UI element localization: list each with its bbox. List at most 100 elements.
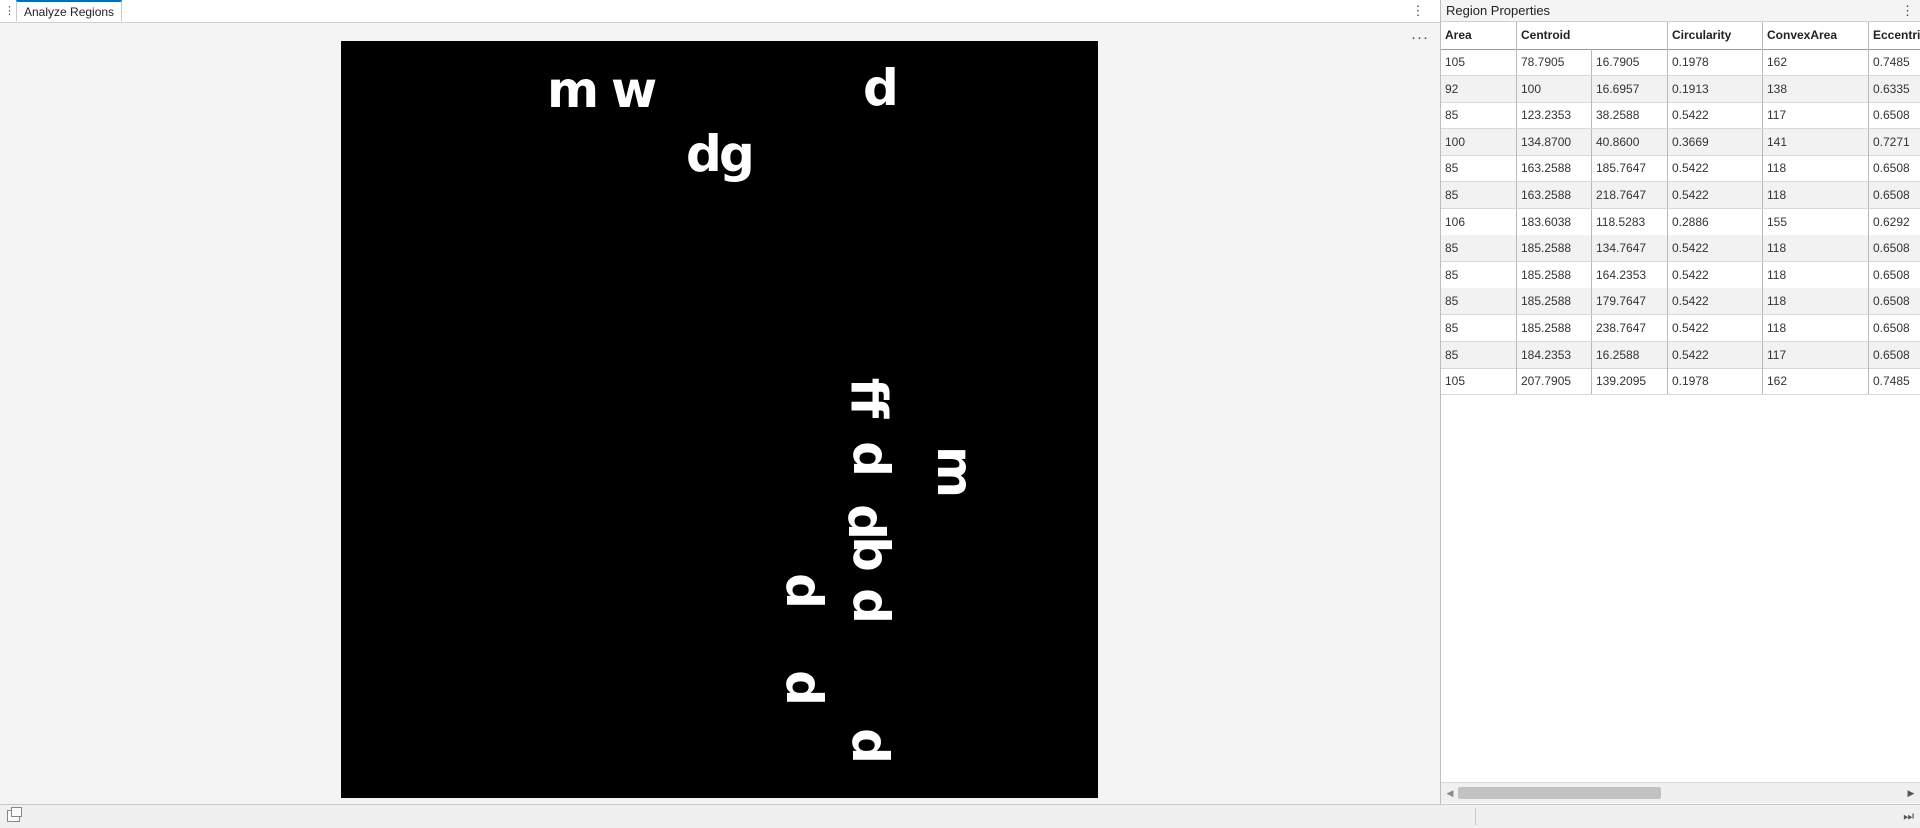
column-header-convexarea[interactable]: ConvexArea <box>1763 22 1869 49</box>
tab-analyze-regions[interactable]: Analyze Regions <box>16 0 123 21</box>
table-row[interactable]: 85 185.2588 134.7647 0.5422 118 0.6508 <box>1441 235 1920 263</box>
table-cell: 218.7647 <box>1592 182 1668 208</box>
table-row[interactable]: 85 185.2588 238.7647 0.5422 118 0.6508 <box>1441 315 1920 342</box>
horizontal-scrollbar[interactable]: ◀ ▶ <box>1441 782 1920 803</box>
table-cell: 85 <box>1441 102 1517 129</box>
table-cell: 85 <box>1441 182 1517 208</box>
table-cell: 118 <box>1763 288 1869 315</box>
table-cell: 162 <box>1763 368 1869 395</box>
table-cell: 16.2588 <box>1592 341 1668 368</box>
table-cell: 0.7271 <box>1873 134 1910 149</box>
table-cell: 16.7905 <box>1592 49 1668 75</box>
tab-grip-icon[interactable]: ⋮ <box>4 3 15 19</box>
table-header-row: Area Centroid Circularity ConvexArea Ecc… <box>1441 22 1920 50</box>
image-glyph: g <box>719 125 755 183</box>
table-cell: 0.6508 <box>1873 294 1910 309</box>
table-cell: 0.5422 <box>1668 261 1763 288</box>
table-row[interactable]: 85 123.2353 38.2588 0.5422 117 0.6508 <box>1441 102 1920 130</box>
table-cell: 123.2353 <box>1517 102 1592 129</box>
table-cell: 0.5422 <box>1668 155 1763 182</box>
image-glyph: m <box>926 445 985 499</box>
table-cell: 0.6508 <box>1873 188 1910 202</box>
table-cell: 163.2588 <box>1517 155 1592 182</box>
document-tab-bar: ⋮ Analyze Regions ⋮ <box>0 0 1440 23</box>
table-row[interactable]: 85 185.2588 164.2353 0.5422 118 0.6508 <box>1441 261 1920 289</box>
image-view-panel: ⋮ Analyze Regions ⋮ ··· m w d d g d ff d… <box>0 0 1440 804</box>
table-row[interactable]: 106 183.6038 118.5283 0.2886 155 0.6292 <box>1441 208 1920 236</box>
tab-label: Analyze Regions <box>24 5 115 19</box>
table-cell: 183.6038 <box>1517 208 1592 235</box>
column-header-centroid[interactable]: Centroid <box>1517 22 1668 49</box>
table-row[interactable]: 85 163.2588 218.7647 0.5422 118 0.6508 <box>1441 182 1920 209</box>
table-row[interactable]: 85 185.2588 179.7647 0.5422 118 0.6508 <box>1441 288 1920 316</box>
collapse-panel-icon[interactable]: ⏭ <box>1903 808 1914 825</box>
table-cell: 38.2588 <box>1592 102 1668 129</box>
table-cell: 163.2588 <box>1517 182 1592 208</box>
image-glyph: d <box>686 125 722 183</box>
table-cell: 0.7485 <box>1873 55 1910 69</box>
image-glyph: d <box>840 728 899 764</box>
table-cell: 0.5422 <box>1668 182 1763 208</box>
table-row[interactable]: 92 100 16.6957 0.1913 138 0.6335 <box>1441 75 1920 103</box>
image-glyph: d <box>774 670 833 706</box>
table-cell: 40.8600 <box>1592 128 1668 155</box>
table-cell: 92 <box>1441 75 1517 102</box>
tab-menu-icon[interactable]: ⋮ <box>1410 2 1426 20</box>
column-header-circularity[interactable]: Circularity <box>1668 22 1763 49</box>
table-cell: 0.6508 <box>1873 267 1910 282</box>
table-cell: 106 <box>1441 208 1517 235</box>
panel-menu-icon[interactable]: ⋮ <box>1901 2 1914 19</box>
table-cell: 78.7905 <box>1517 49 1592 75</box>
table-cell: 179.7647 <box>1592 288 1668 315</box>
table-row[interactable]: 85 163.2588 185.7647 0.5422 118 0.6508 <box>1441 155 1920 183</box>
table-cell: 134.7647 <box>1592 235 1668 262</box>
table-cell: 0.5422 <box>1668 315 1763 341</box>
panel-title: Region Properties <box>1446 3 1551 18</box>
panel-header: Region Properties ⋮ <box>1441 0 1920 22</box>
table-row[interactable]: 85 184.2353 16.2588 0.5422 117 0.6508 <box>1441 341 1920 369</box>
table-cell: 117 <box>1763 102 1869 129</box>
table-row[interactable]: 105 207.7905 139.2095 0.1978 162 0.7485 <box>1441 368 1920 396</box>
table-cell: 138 <box>1763 75 1869 102</box>
status-bar: ⏭ <box>0 804 1920 828</box>
table-cell: 185.2588 <box>1517 288 1592 315</box>
table-cell: 118 <box>1763 261 1869 288</box>
table-row[interactable]: 105 78.7905 16.7905 0.1978 162 0.7485 <box>1441 49 1920 76</box>
table-cell: 164.2353 <box>1592 261 1668 288</box>
scrollbar-thumb[interactable] <box>1458 787 1661 799</box>
column-header-area[interactable]: Area <box>1441 22 1517 49</box>
table-cell: 117 <box>1763 341 1869 368</box>
table-cell: 100 <box>1517 75 1592 102</box>
restore-window-icon[interactable] <box>7 807 22 822</box>
table-cell: 185.2588 <box>1517 235 1592 262</box>
image-glyph: d <box>841 588 900 624</box>
table-cell: 118.5283 <box>1592 208 1668 235</box>
scroll-right-arrow-icon[interactable]: ▶ <box>1904 785 1918 801</box>
table-row[interactable]: 100 134.8700 40.8600 0.3669 141 0.7271 <box>1441 128 1920 156</box>
image-glyph: d <box>841 441 900 477</box>
table-cell: 85 <box>1441 261 1517 288</box>
image-glyph: d <box>774 573 833 609</box>
table-cell: 85 <box>1441 288 1517 315</box>
column-header-eccentricity[interactable]: Eccentric <box>1869 22 1920 49</box>
table-cell: 100 <box>1441 128 1517 155</box>
binary-image-canvas[interactable]: m w d d g d ff d m b d d d d <box>341 41 1098 798</box>
table-cell: 0.6508 <box>1873 241 1910 256</box>
table-cell: 0.6508 <box>1873 161 1910 176</box>
image-glyph: d <box>863 59 899 117</box>
table-cell: 0.1978 <box>1668 368 1763 395</box>
region-properties-table: Area Centroid Circularity ConvexArea Ecc… <box>1441 22 1920 782</box>
table-cell: 118 <box>1763 182 1869 208</box>
table-cell: 0.5422 <box>1668 235 1763 262</box>
image-glyph: b <box>841 536 900 572</box>
table-cell: 0.1978 <box>1668 49 1763 75</box>
table-cell: 105 <box>1441 368 1517 395</box>
table-cell: 0.1913 <box>1668 75 1763 102</box>
axes-toolbar-more-icon[interactable]: ··· <box>1408 29 1432 47</box>
scroll-left-arrow-icon[interactable]: ◀ <box>1443 785 1457 801</box>
table-cell: 162 <box>1763 49 1869 75</box>
image-glyph: ff <box>839 377 898 419</box>
table-cell: 0.5422 <box>1668 288 1763 315</box>
table-cell: 139.2095 <box>1592 368 1668 395</box>
image-glyph: w <box>611 61 658 119</box>
